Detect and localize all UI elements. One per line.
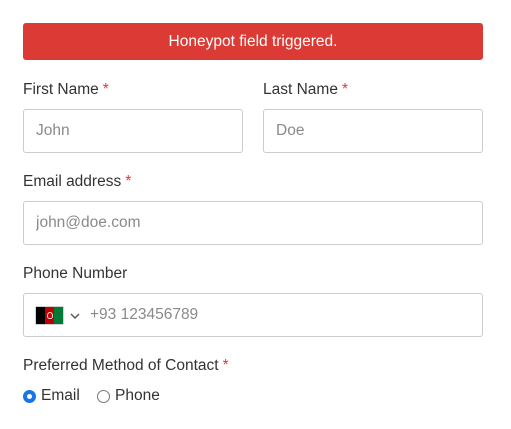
contact-form: Honeypot field triggered. First Name* La… <box>0 0 511 429</box>
error-alert-message: Honeypot field triggered. <box>168 32 338 50</box>
radio-phone-label: Phone <box>115 387 160 404</box>
last-name-label: Last Name * <box>263 81 348 98</box>
error-alert: Honeypot field triggered. <box>23 23 483 60</box>
required-marker: * <box>222 357 229 374</box>
radio-phone[interactable]: Phone <box>97 387 160 405</box>
first-name-input[interactable] <box>23 109 243 153</box>
afghanistan-flag-icon <box>36 307 63 324</box>
required-marker: * <box>102 81 109 98</box>
phone-input[interactable] <box>90 294 470 336</box>
phone-field <box>23 293 483 337</box>
radio-email-button[interactable] <box>23 389 36 403</box>
radio-email-label: Email <box>41 387 80 404</box>
phone-label: Phone Number <box>23 265 128 282</box>
email-input[interactable] <box>23 201 483 245</box>
radio-phone-button[interactable] <box>97 389 110 403</box>
email-label: Email address * <box>23 173 132 190</box>
first-name-label: First Name * <box>23 81 109 98</box>
contact-method-label: Preferred Method of Contact * <box>23 357 229 374</box>
required-marker: * <box>341 81 348 98</box>
required-marker: * <box>125 173 132 190</box>
radio-email[interactable]: Email <box>23 387 80 405</box>
last-name-input[interactable] <box>263 109 483 153</box>
chevron-down-icon <box>70 313 80 319</box>
country-selector[interactable] <box>36 307 81 324</box>
